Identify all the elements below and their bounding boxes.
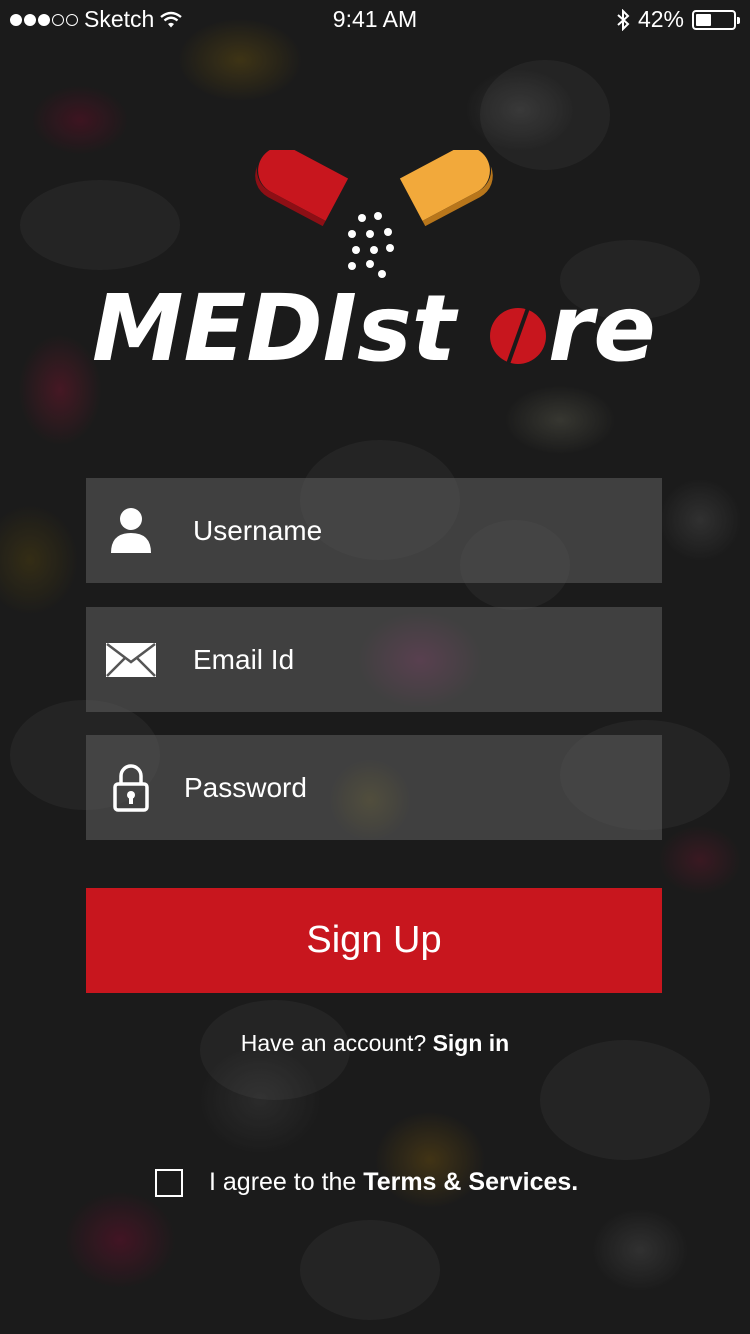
lock-icon	[104, 761, 158, 815]
status-bar: Sketch 9:41 AM 42%	[0, 0, 750, 40]
sign-in-link[interactable]: Sign in	[433, 1030, 510, 1056]
battery-percentage: 42%	[637, 6, 684, 32]
have-account-row: Have an account? Sign in	[0, 1030, 750, 1057]
password-field[interactable]: Password	[86, 735, 662, 840]
email-placeholder: Email Id	[193, 644, 295, 675]
battery-icon	[692, 9, 740, 30]
username-placeholder: Username	[193, 515, 323, 546]
user-icon	[104, 504, 158, 558]
bluetooth-icon	[617, 8, 630, 31]
username-field[interactable]: Username	[86, 478, 662, 583]
medistore-logo: MEDIst re	[92, 150, 656, 382]
sign-up-button[interactable]: Sign Up	[86, 888, 662, 993]
have-account-prompt: Have an account?	[240, 1030, 427, 1056]
terms-link[interactable]: Terms & Services.	[363, 1168, 578, 1197]
logo-text-main: MEDIst	[92, 275, 459, 382]
logo-text-end: re	[548, 275, 656, 382]
email-field[interactable]: Email Id	[86, 607, 662, 712]
envelope-icon	[104, 633, 158, 687]
password-placeholder: Password	[184, 772, 307, 803]
terms-prefix: I agree to the	[209, 1168, 357, 1196]
terms-checkbox[interactable]	[155, 1168, 183, 1197]
terms-row: I agree to the Terms & Services.	[155, 1168, 578, 1197]
